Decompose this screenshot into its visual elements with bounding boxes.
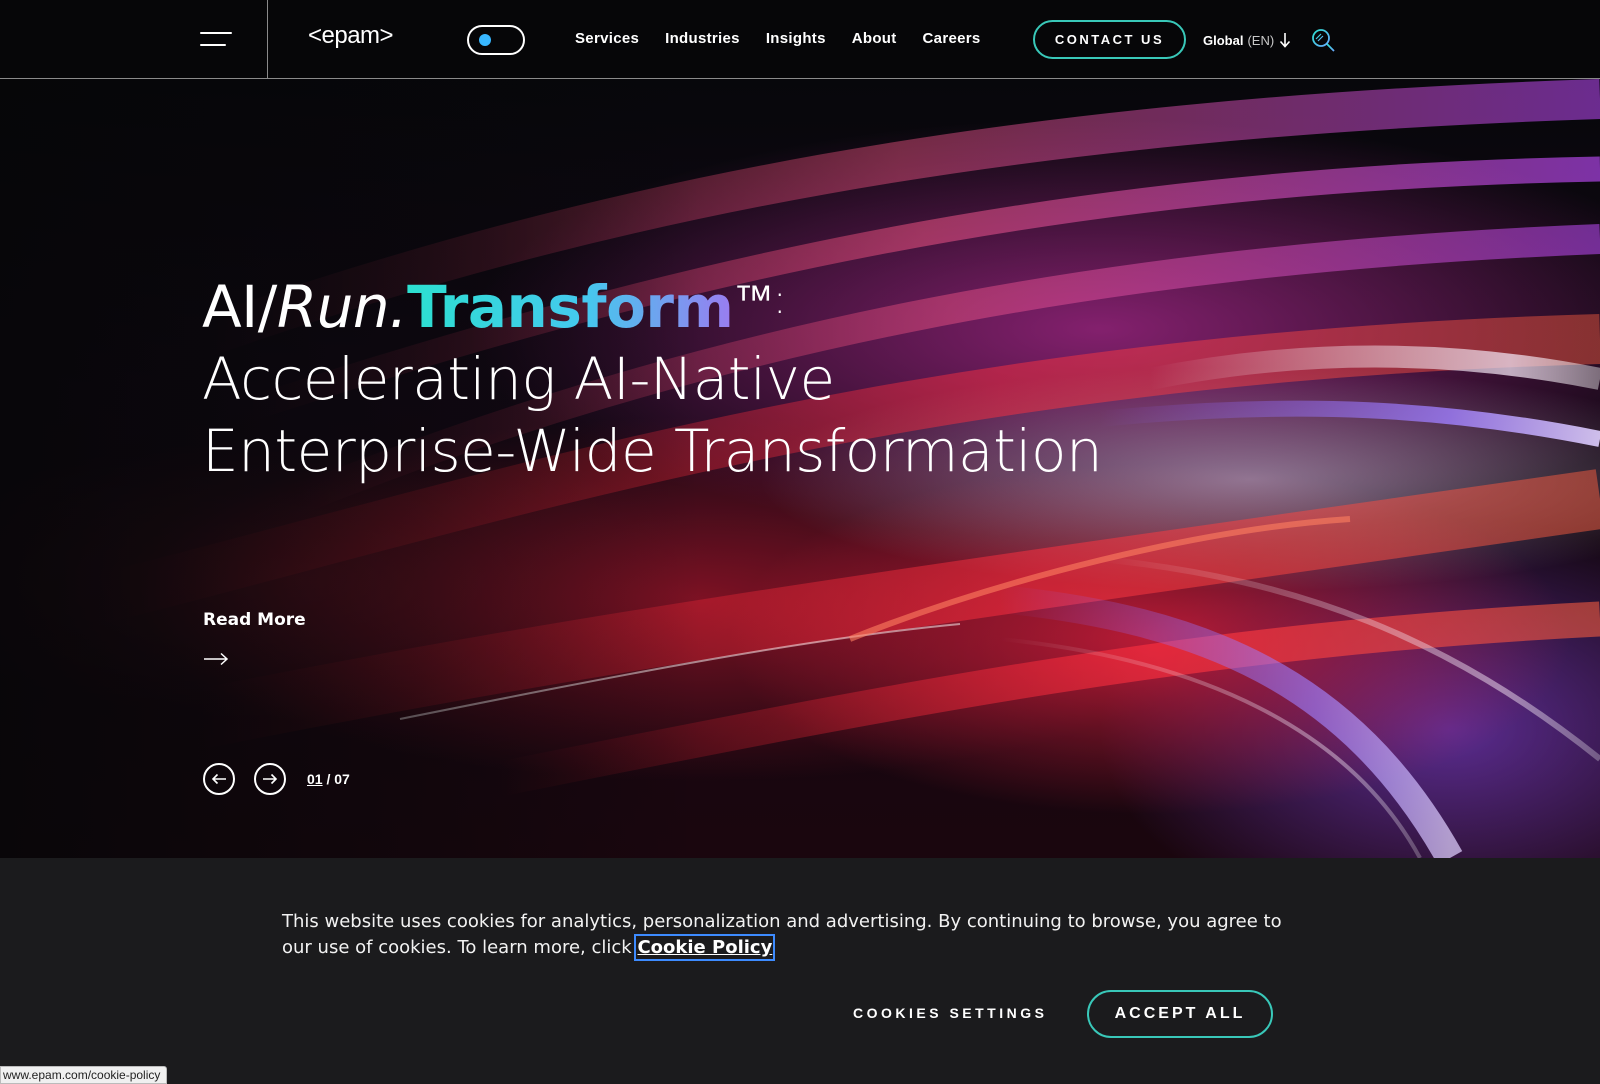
nav-insights[interactable]: Insights (766, 30, 826, 47)
headline-ai: AI/ (202, 273, 277, 341)
nav-industries[interactable]: Industries (665, 30, 740, 47)
accept-all-button[interactable]: ACCEPT ALL (1087, 990, 1273, 1038)
next-slide-button[interactable] (254, 763, 286, 795)
headline-trademark: ™: (733, 277, 786, 323)
theme-toggle[interactable] (467, 25, 525, 55)
headline-line-3: Enterprise-Wide Transformation (202, 417, 1103, 485)
slide-counter: 01 / 07 (307, 771, 350, 787)
nav-services[interactable]: Services (575, 30, 639, 47)
arrow-down-icon (1280, 33, 1291, 48)
slide-separator: / (322, 771, 335, 787)
headline-transform: Transform (407, 273, 734, 341)
hero-headline: AI/Run.Transform™: Accelerating AI-Nativ… (202, 264, 1202, 487)
search-icon[interactable] (1310, 27, 1336, 53)
headline-run: Run. (276, 273, 408, 341)
read-more-link[interactable]: Read More (203, 610, 306, 630)
contact-us-button[interactable]: CONTACT US (1033, 20, 1186, 59)
main-nav: Services Industries Insights About Caree… (575, 30, 981, 47)
slider-controls: 01 / 07 (203, 763, 350, 795)
arrow-left-circle-icon (211, 773, 226, 785)
lang-region: Global (1203, 32, 1244, 48)
arrow-right-circle-icon (263, 773, 278, 785)
nav-about[interactable]: About (852, 30, 897, 47)
cookie-banner: This website uses cookies for analytics,… (0, 858, 1600, 1084)
language-selector[interactable]: Global (EN) (1203, 31, 1292, 49)
toggle-knob (479, 34, 491, 46)
browser-status-url: www.epam.com/cookie-policy (0, 1066, 168, 1084)
arrow-right-icon[interactable] (203, 652, 229, 666)
lang-code: (EN) (1247, 32, 1275, 48)
nav-careers[interactable]: Careers (923, 30, 981, 47)
menu-cell (0, 0, 268, 78)
prev-slide-button[interactable] (203, 763, 235, 795)
hero-slider: AI/Run.Transform™: Accelerating AI-Nativ… (0, 79, 1600, 858)
hamburger-menu-icon[interactable] (200, 30, 236, 48)
slide-total: 07 (334, 771, 350, 787)
headline-line-1: AI/Run.Transform™: (202, 264, 1202, 343)
cookies-settings-button[interactable]: COOKIES SETTINGS (853, 1005, 1047, 1021)
cookie-policy-link[interactable]: Cookie Policy (634, 934, 776, 961)
headline-line-2: Accelerating AI-Native (202, 345, 835, 413)
site-header: <epam> Services Industries Insights Abou… (0, 0, 1600, 79)
epam-logo[interactable]: <epam> (308, 22, 394, 50)
cookie-message: This website uses cookies for analytics,… (282, 909, 1282, 961)
slide-current: 01 (307, 771, 323, 787)
cookie-text: This website uses cookies for analytics,… (282, 911, 1282, 958)
